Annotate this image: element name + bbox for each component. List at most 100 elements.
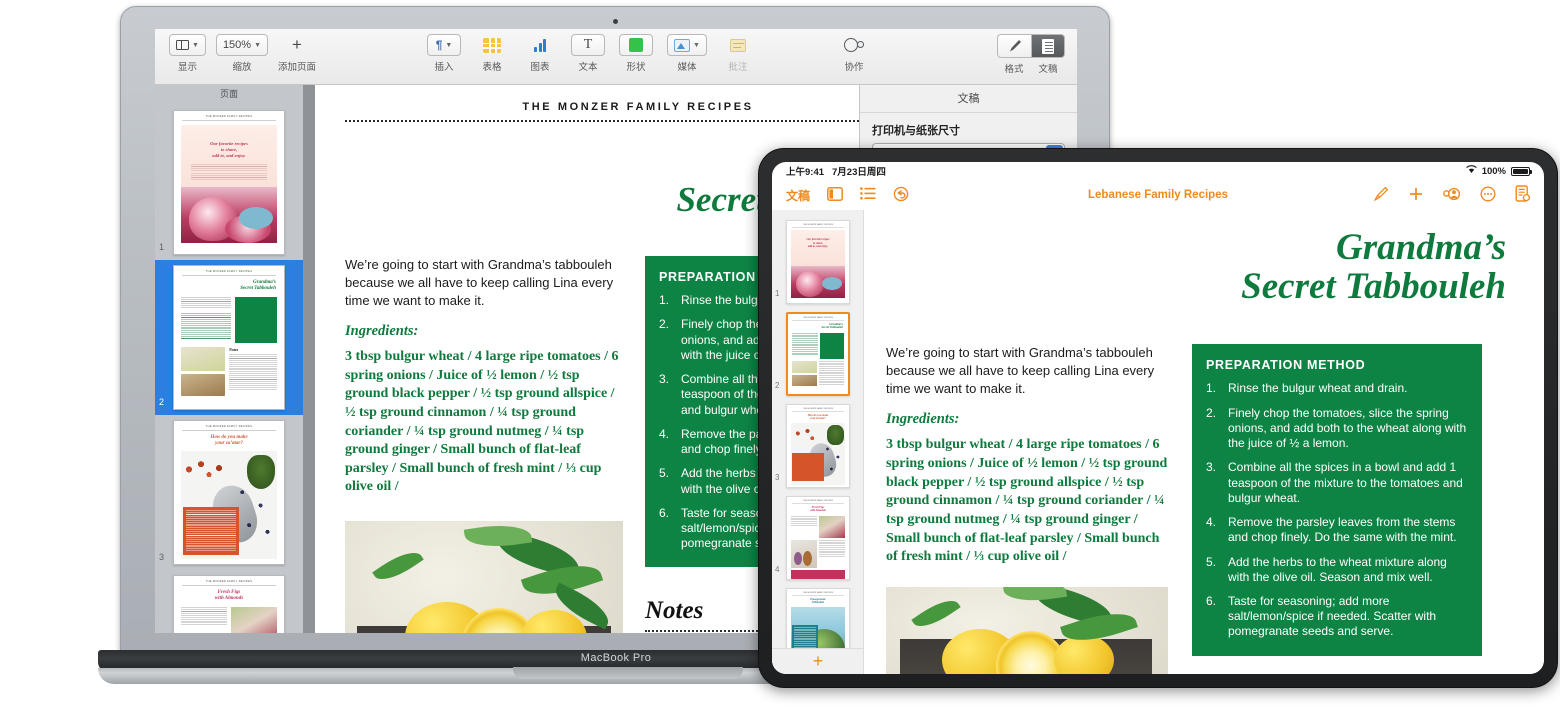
toolbar-insert[interactable]: ¶ ▼ 插入 [427, 34, 461, 73]
ipad-page-thumbnails[interactable]: 1 THE MONZER FAMILY RECIPES Our favorite… [772, 210, 864, 674]
thumbnail-image: THE MONZER FAMILY RECIPES Grandma’s Secre… [173, 265, 285, 410]
macbook-open-notch [513, 667, 743, 679]
ipad-preparation-method-box: PREPARATION METHOD 1. Rinse the bulgur wh… [1192, 344, 1482, 656]
toolbar-chart[interactable]: 图表 [523, 34, 557, 73]
zoom-value: 150% [222, 39, 252, 51]
thumbnail-number: 3 [775, 473, 780, 482]
collaborate-label: 协作 [844, 62, 864, 73]
ipad-body: 1 THE MONZER FAMILY RECIPES Our favorite… [772, 210, 1544, 674]
thumbnail-image: THE MONZER FAMILY RECIPES How do you mak… [786, 404, 850, 488]
media-button[interactable]: ▼ [667, 34, 707, 56]
thumbnail-image: THE MONZER FAMILY RECIPES Fresh Figs with… [786, 496, 850, 580]
shape-icon [629, 38, 643, 52]
add-page-button[interactable]: + [280, 34, 314, 56]
thumbnail-image: THE MONZER FAMILY RECIPES Our favorite r… [173, 110, 285, 255]
text-button[interactable]: T [571, 34, 605, 56]
ipad-doc-title-line2: Secret Tabbouleh [1241, 266, 1506, 308]
brush-icon[interactable] [1373, 186, 1389, 205]
ipad-thumbnail-page-3[interactable]: 3 THE MONZER FAMILY RECIPES How do you m… [772, 400, 863, 492]
undo-icon[interactable] [893, 186, 909, 205]
ipad-doc-body-text: We’re going to start with Grandma’s tabb… [886, 345, 1155, 396]
thumbnail-page-2[interactable]: 2 THE MONZER FAMILY RECIPES Grandma’s Sec… [155, 260, 303, 415]
thumbnail-image: THE MONZER FAMILY RECIPES Our favorite r… [786, 220, 850, 304]
toolbar-add-page[interactable]: + 添加页面 [278, 34, 316, 73]
thumbnail-number: 1 [775, 289, 780, 298]
ipad-doc-title-line1: Grandma’s [1336, 227, 1506, 268]
document-button[interactable] [1031, 34, 1065, 58]
table-button[interactable] [475, 34, 509, 56]
thumbnail-page-4[interactable]: 4 THE MONZER FAMILY RECIPES Fresh Figswi… [155, 570, 303, 633]
wifi-icon [1465, 165, 1477, 177]
ipad-doc-title: Grandma’s Secret Tabbouleh [864, 210, 1544, 308]
plus-icon: + [292, 35, 302, 54]
toolbar-format[interactable]: 格式 [997, 34, 1031, 75]
doc-body-text: We’re going to start with Grandma’s tabb… [345, 257, 614, 308]
text-icon: T [583, 37, 593, 52]
media-icon [674, 38, 690, 52]
view-button[interactable]: ▼ [169, 34, 206, 56]
toolbar-view[interactable]: ▼ 显示 [169, 34, 206, 73]
thumbnail-list[interactable]: 1 THE MONZER FAMILY RECIPES Our favorite… [155, 101, 303, 633]
ipad-prep-step: 6. Taste for seasoning; add more salt/lem… [1206, 594, 1437, 639]
collaborate-button[interactable] [837, 34, 871, 56]
chart-button[interactable] [523, 34, 557, 56]
documents-button[interactable]: 文稿 [786, 187, 810, 204]
chevron-down-icon: ▼ [445, 41, 453, 49]
ipad-thumbnail-page-4[interactable]: 4 THE MONZER FAMILY RECIPES Fresh Figs wi… [772, 492, 863, 584]
ipad-screen: 上午9:41 7月23日周四 100% 文稿 Lebanese Family R… [772, 162, 1544, 674]
ipad-thumbnail-page-2[interactable]: 2 THE MONZER FAMILY RECIPES Grandma’s Sec… [772, 308, 863, 400]
facetime-camera [612, 19, 618, 24]
collaborate-icon[interactable] [1443, 186, 1461, 205]
printer-paper-label: 打印机与纸张尺寸 [872, 125, 960, 137]
shape-button[interactable] [619, 34, 653, 56]
thumbnail-number: 1 [159, 242, 165, 252]
thumbnail-page-1[interactable]: 1 THE MONZER FAMILY RECIPES Our favorite… [155, 105, 303, 260]
lemons-photo [345, 521, 623, 633]
screenshot-stage: ▼ 显示 150% ▼ 缩放 + 添加页面 ¶ ▼ 插入 表格 图表 T 文本 … [0, 0, 1560, 716]
ipad-device: 上午9:41 7月23日周四 100% 文稿 Lebanese Family R… [758, 148, 1558, 688]
format-button[interactable] [997, 34, 1031, 58]
doc-ingredients-heading: Ingredients: [345, 323, 419, 340]
insert-button[interactable]: ¶ ▼ [427, 34, 461, 56]
comment-button [721, 34, 755, 56]
zoom-label: 缩放 [232, 62, 252, 73]
thumbnail-image: THE MONZER FAMILY RECIPES Grandma’s Secre… [786, 312, 850, 396]
list-view-icon[interactable] [860, 187, 876, 203]
add-page-label: 添加页面 [278, 62, 317, 73]
view-icon [176, 39, 189, 51]
thumbnail-image: THE MONZER FAMILY RECIPES Fresh Figs with… [173, 575, 285, 633]
toolbar-zoom[interactable]: 150% ▼ 缩放 [215, 34, 269, 73]
chart-label: 图表 [530, 62, 550, 73]
toolbar-text[interactable]: T 文本 [571, 34, 605, 73]
brush-icon [1009, 39, 1021, 51]
toolbar-table[interactable]: 表格 [475, 34, 509, 73]
table-icon [483, 37, 501, 53]
doc-kicker: THE MONZER FAMILY RECIPES [522, 101, 754, 113]
add-icon[interactable] [1408, 186, 1424, 205]
ipad-prep-step: 1. Rinse the bulgur wheat and drain. [1206, 381, 1408, 396]
toolbar-document[interactable]: 文稿 [1031, 34, 1065, 75]
sidebar-toggle-icon[interactable] [827, 186, 843, 204]
status-time: 上午9:41 [786, 167, 825, 178]
toolbar-media[interactable]: ▼ 媒体 [667, 34, 707, 73]
ipad-thumbnail-list[interactable]: 1 THE MONZER FAMILY RECIPES Our favorite… [772, 210, 863, 674]
comment-icon [729, 38, 746, 52]
document-icon [1042, 38, 1054, 54]
document-options-icon[interactable] [1515, 185, 1531, 205]
add-page-button[interactable]: + [772, 648, 863, 674]
pages-toolbar: ▼ 显示 150% ▼ 缩放 + 添加页面 ¶ ▼ 插入 表格 图表 T 文本 … [155, 29, 1077, 85]
page-thumbnails-sidebar[interactable]: 页面 1 THE MONZER FAMILY RECIPES Our favor… [155, 85, 303, 633]
toolbar-collaborate[interactable]: 协作 [837, 34, 871, 73]
more-icon[interactable] [1480, 185, 1496, 205]
thumbnail-page-3[interactable]: 3 THE MONZER FAMILY RECIPES How do you m… [155, 415, 303, 570]
inspector-title: 文稿 [860, 85, 1077, 113]
ipad-document-canvas[interactable]: Grandma’s Secret Tabbouleh We’re going t… [864, 210, 1544, 674]
zoom-button[interactable]: 150% ▼ [215, 34, 269, 56]
battery-icon [1511, 166, 1532, 176]
format-label: 格式 [1004, 64, 1024, 75]
ipad-thumbnail-page-1[interactable]: 1 THE MONZER FAMILY RECIPES Our favorite… [772, 216, 863, 308]
table-label: 表格 [482, 62, 502, 73]
collaborate-icon [844, 37, 864, 53]
ipad-prep-step: 4. Remove the parsley leaves from the ste… [1206, 515, 1457, 545]
toolbar-shape[interactable]: 形状 [619, 34, 653, 73]
